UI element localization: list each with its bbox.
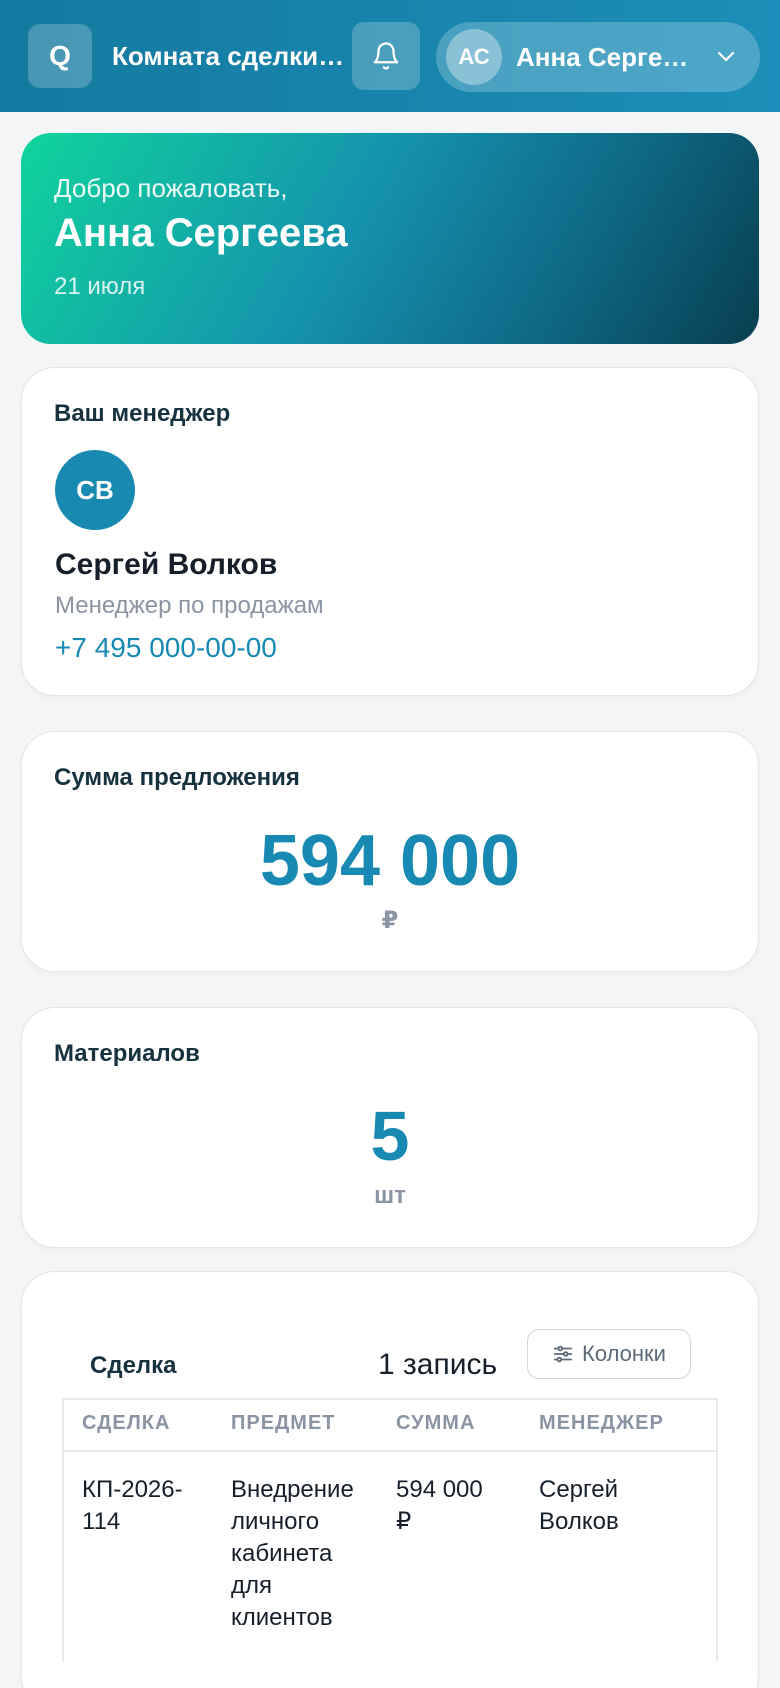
- manager-name: Сергей Волков: [55, 548, 278, 581]
- cell-subject: Внедрение личного кабинета для клиентов: [231, 1476, 354, 1631]
- cell-manager: Сергей Волков: [539, 1476, 619, 1535]
- notifications-button[interactable]: [352, 22, 420, 90]
- user-menu-button[interactable]: АС Анна Сергее…: [436, 22, 760, 92]
- column-header-amount[interactable]: СУММА: [396, 1412, 475, 1435]
- materials-title: Материалов: [54, 1040, 200, 1067]
- chevron-down-icon: [717, 51, 735, 62]
- column-header-deal[interactable]: СДЕЛКА: [82, 1412, 170, 1435]
- user-name: Анна Сергее…: [516, 42, 698, 72]
- logo-button[interactable]: Q: [28, 24, 92, 88]
- bell-icon: [373, 42, 399, 70]
- welcome-banner: Добро пожаловать, Анна Сергеева 21 июля: [21, 133, 759, 344]
- manager-card-title: Ваш менеджер: [54, 400, 231, 427]
- manager-card: Ваш менеджер СВ Сергей Волков Менеджер п…: [21, 367, 759, 696]
- deals-table: СДЕЛКА ПРЕДМЕТ СУММА МЕНЕДЖЕР КП-2026- 1…: [62, 1398, 718, 1662]
- offer-sum-card: Сумма предложения 594 000 ₽: [21, 731, 759, 972]
- deals-title: Сделка: [90, 1352, 177, 1379]
- cell-deal-id: КП-2026- 114: [82, 1476, 183, 1535]
- column-header-manager[interactable]: МЕНЕДЖЕР: [539, 1412, 664, 1435]
- materials-card: Материалов 5 шт: [21, 1007, 759, 1248]
- logo-letter: Q: [49, 40, 71, 71]
- welcome-greeting: Добро пожаловать,: [54, 173, 288, 203]
- top-bar: Q Комната сделки … АС Анна Сергее…: [0, 0, 780, 112]
- room-title: Комната сделки …: [112, 41, 350, 71]
- column-header-subject[interactable]: ПРЕДМЕТ: [231, 1412, 336, 1435]
- deals-card: Сделка 1 запись Колонки СДЕЛКА ПРЕДМЕТ С…: [21, 1271, 759, 1688]
- columns-button[interactable]: Колонки: [527, 1329, 691, 1379]
- cell-amount: 594 000 ₽: [396, 1476, 483, 1535]
- materials-unit: шт: [374, 1182, 406, 1209]
- sliders-icon: [553, 1345, 573, 1363]
- columns-button-label: Колонки: [582, 1341, 666, 1366]
- manager-phone-link[interactable]: +7 495 000-00-00: [55, 632, 277, 664]
- welcome-date: 21 июля: [54, 273, 146, 300]
- manager-role: Менеджер по продажам: [55, 592, 324, 619]
- offer-sum-unit: ₽: [381, 907, 399, 934]
- record-count: 1 запись: [378, 1348, 498, 1381]
- offer-sum-value: 594 000: [259, 821, 521, 901]
- manager-avatar: СВ: [55, 450, 135, 530]
- welcome-user-name: Анна Сергеева: [54, 211, 348, 255]
- table-header-divider: [64, 1450, 716, 1452]
- materials-value: 5: [370, 1097, 410, 1175]
- offer-sum-title: Сумма предложения: [54, 764, 300, 791]
- avatar: АС: [446, 29, 502, 85]
